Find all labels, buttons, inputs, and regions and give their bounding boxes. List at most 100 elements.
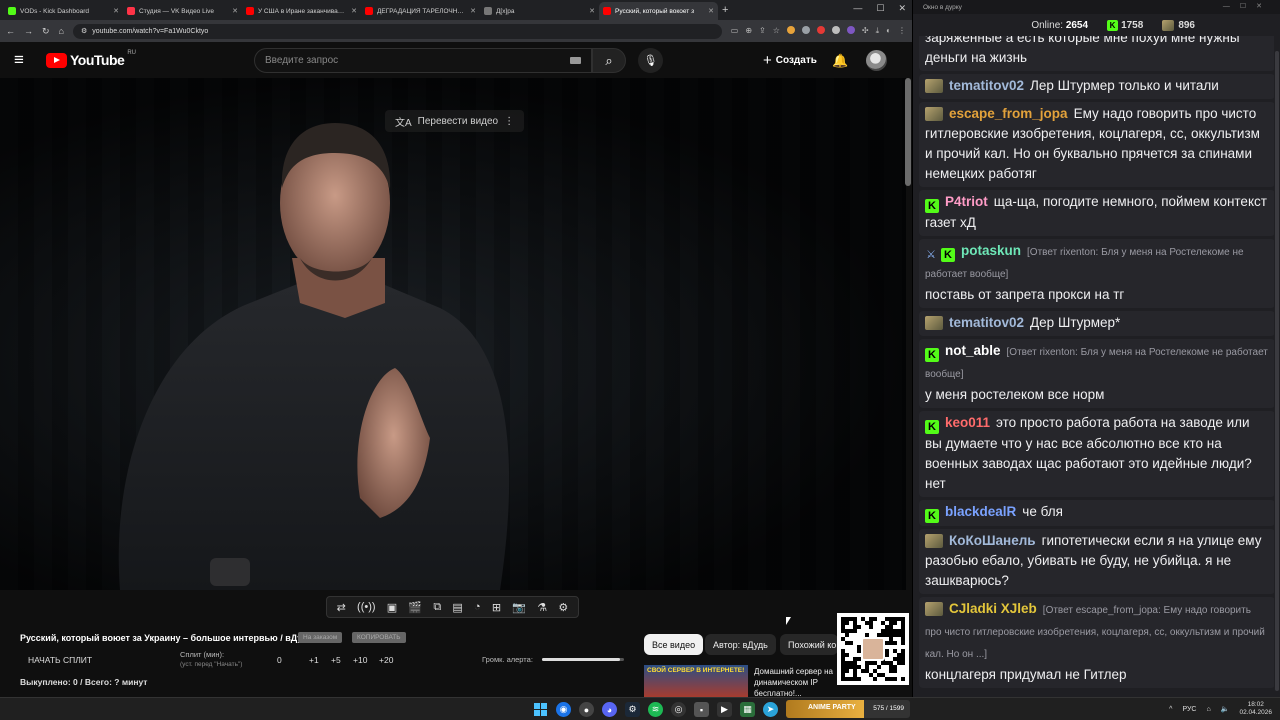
frame-step-icon[interactable]: ⊞ <box>492 601 501 614</box>
terminal-icon[interactable]: ▦ <box>740 702 755 717</box>
home-icon[interactable]: ⌂ <box>59 26 64 36</box>
network-icon[interactable]: ⌂ <box>1207 706 1211 713</box>
page-scrollbar[interactable] <box>905 78 911 186</box>
obs-icon[interactable]: ● <box>579 702 594 717</box>
spotify-icon[interactable]: ≋ <box>648 702 663 717</box>
screen-view-icon[interactable]: ▣ <box>387 601 397 614</box>
translate-video-button[interactable]: 文A Перевести видео ⋮ <box>385 110 525 132</box>
close-icon[interactable]: ✕ <box>351 7 357 15</box>
share-icon[interactable]: ⇪ <box>759 26 766 36</box>
close-icon[interactable]: ✕ <box>113 7 119 15</box>
flask-icon[interactable]: ⚗ <box>537 601 547 614</box>
chip-author[interactable]: Автор: вДудь <box>705 634 776 655</box>
chat-username[interactable]: not_able <box>945 343 1001 358</box>
close-icon[interactable]: ✕ <box>708 7 714 15</box>
chat-scrollbar[interactable] <box>1274 36 1280 691</box>
zoom-icon[interactable]: ⊕ <box>745 26 752 36</box>
game-widget[interactable]: ANIME PARTY 575 / 1599 <box>786 700 910 718</box>
forward-icon[interactable]: → <box>24 26 33 36</box>
camera-icon[interactable]: 📷 <box>512 601 526 614</box>
cast-icon[interactable]: ▭ <box>731 26 739 36</box>
browser-tab[interactable]: Д[х]ра ✕ <box>480 2 599 20</box>
loop-icon[interactable]: ⇄ <box>337 601 346 614</box>
extension-icon[interactable] <box>816 26 825 34</box>
menu-burger-icon[interactable]: ≡ <box>14 50 36 70</box>
windows-start-icon[interactable] <box>533 702 548 717</box>
split-value-button[interactable]: +1 <box>309 655 319 665</box>
close-icon[interactable]: ✕ <box>589 7 595 15</box>
extension-icon[interactable] <box>846 26 855 34</box>
minimize-icon[interactable]: — <box>853 3 862 14</box>
chat-scroll-thumb[interactable] <box>1275 51 1279 691</box>
profile-icon[interactable]: ◐ <box>886 26 891 36</box>
discord-icon[interactable]: ◕ <box>602 702 617 717</box>
new-tab-icon[interactable]: + <box>722 4 728 16</box>
video-player[interactable]: 文A Перевести видео ⋮ <box>0 78 906 590</box>
maximize-icon[interactable]: ☐ <box>876 3 884 14</box>
steam-icon[interactable]: ⚙ <box>625 702 640 717</box>
voice-search-button[interactable]: 🎙 <box>638 48 663 73</box>
tray-chevron-icon[interactable]: ^ <box>1169 706 1172 713</box>
extension-icon[interactable] <box>786 26 795 34</box>
film-strip-icon[interactable]: ▤ <box>452 601 462 614</box>
chat-username[interactable]: escape_from_jopa <box>949 106 1068 121</box>
recommended-title[interactable]: Домашний сервер на динамическом IP беспл… <box>754 666 844 699</box>
order-button[interactable]: На заказом <box>298 632 343 643</box>
close-icon[interactable]: ✕ <box>232 7 238 15</box>
split-value-button[interactable]: +5 <box>331 655 341 665</box>
browser-tab-active[interactable]: Русский, который вокоет з ✕ <box>599 2 718 20</box>
download-icon[interactable]: ⤓ <box>876 26 880 36</box>
clock[interactable]: 18:02 02.04.2026 <box>1239 701 1272 717</box>
extensions-puzzle-icon[interactable]: ✣ <box>862 26 869 36</box>
speed-gauge-icon[interactable]: ◔ <box>474 601 481 613</box>
extension-icon[interactable] <box>831 26 840 34</box>
youtube-logo[interactable]: YouTube RU <box>46 50 136 68</box>
chat-username[interactable]: tematitov02 <box>949 78 1024 93</box>
chat-username[interactable]: CJladki XJleb <box>949 601 1037 616</box>
bookmark-star-icon[interactable]: ☆ <box>773 26 780 36</box>
browser-tab[interactable]: ДЕГРАДАЦИЯ ТАРЕЛОЧНИЦ ✕ <box>361 2 480 20</box>
chat-username[interactable]: blackdealR <box>945 504 1016 519</box>
settings-gear-icon[interactable]: ⚙ <box>558 601 568 614</box>
keyboard-icon[interactable] <box>570 57 581 64</box>
split-value-button[interactable]: +10 <box>353 655 367 665</box>
telegram-icon[interactable]: ➤ <box>763 702 778 717</box>
chat-username[interactable]: P4triot <box>945 194 988 209</box>
split-value-button[interactable]: 0 <box>277 655 282 665</box>
chat-username[interactable]: tematitov02 <box>949 315 1024 330</box>
chat-username[interactable]: keo011 <box>945 415 990 430</box>
alert-volume-slider[interactable] <box>542 658 624 661</box>
recommended-thumbnail[interactable]: СВОЙ СЕРВЕР В ИНТЕРНЕТЕ! <box>644 665 748 697</box>
language-indicator[interactable]: РУС <box>1182 706 1196 713</box>
volume-icon[interactable]: 🔈 <box>1221 705 1230 713</box>
chip-all-videos[interactable]: Все видео <box>644 634 704 655</box>
picture-in-picture-icon[interactable]: ⧉ <box>433 601 441 614</box>
site-info-icon[interactable]: ⚙ <box>81 27 87 35</box>
menu-dots-icon[interactable]: ⋮ <box>898 26 906 36</box>
notifications-bell-icon[interactable]: 🔔 <box>832 53 848 69</box>
reload-icon[interactable]: ↻ <box>42 26 50 37</box>
start-split-button[interactable]: НАЧАТЬ СПЛИТ <box>28 655 92 665</box>
search-input[interactable]: Введите запрос <box>254 48 592 73</box>
create-button[interactable]: + Создать <box>757 48 823 73</box>
browser-tab[interactable]: Студия — VK Видео Live ✕ <box>123 2 242 20</box>
clapper-icon[interactable]: 🎬 <box>408 601 422 614</box>
copy-button[interactable]: КОПИРОВАТЬ <box>352 632 406 643</box>
media-icon[interactable]: ▶ <box>717 702 732 717</box>
browser-tab[interactable]: VODs - Kick Dashboard ✕ <box>4 2 123 20</box>
close-window-icon[interactable]: ✕ <box>898 3 906 14</box>
close-icon[interactable]: ✕ <box>470 7 476 15</box>
extension-icon[interactable] <box>801 26 810 34</box>
split-value-button[interactable]: +20 <box>379 655 393 665</box>
back-icon[interactable]: ← <box>6 26 15 36</box>
account-avatar[interactable] <box>866 50 887 71</box>
folder-icon[interactable]: ▪ <box>694 702 709 717</box>
audio-waves-icon[interactable]: ((•)) <box>357 601 376 613</box>
chat-window-controls[interactable]: —☐✕ <box>1223 2 1272 10</box>
more-vert-icon[interactable]: ⋮ <box>504 116 514 127</box>
url-field[interactable]: ⚙ youtube.com/watch?v=Fa1Wu0Cktyo <box>72 23 722 39</box>
chat-username[interactable]: КоКоШанель <box>949 533 1036 548</box>
browser-tab[interactable]: У США в Иране заканчиваются ✕ <box>242 2 361 20</box>
search-button[interactable]: ⌕ <box>592 48 626 73</box>
app-icon[interactable]: ◎ <box>671 702 686 717</box>
